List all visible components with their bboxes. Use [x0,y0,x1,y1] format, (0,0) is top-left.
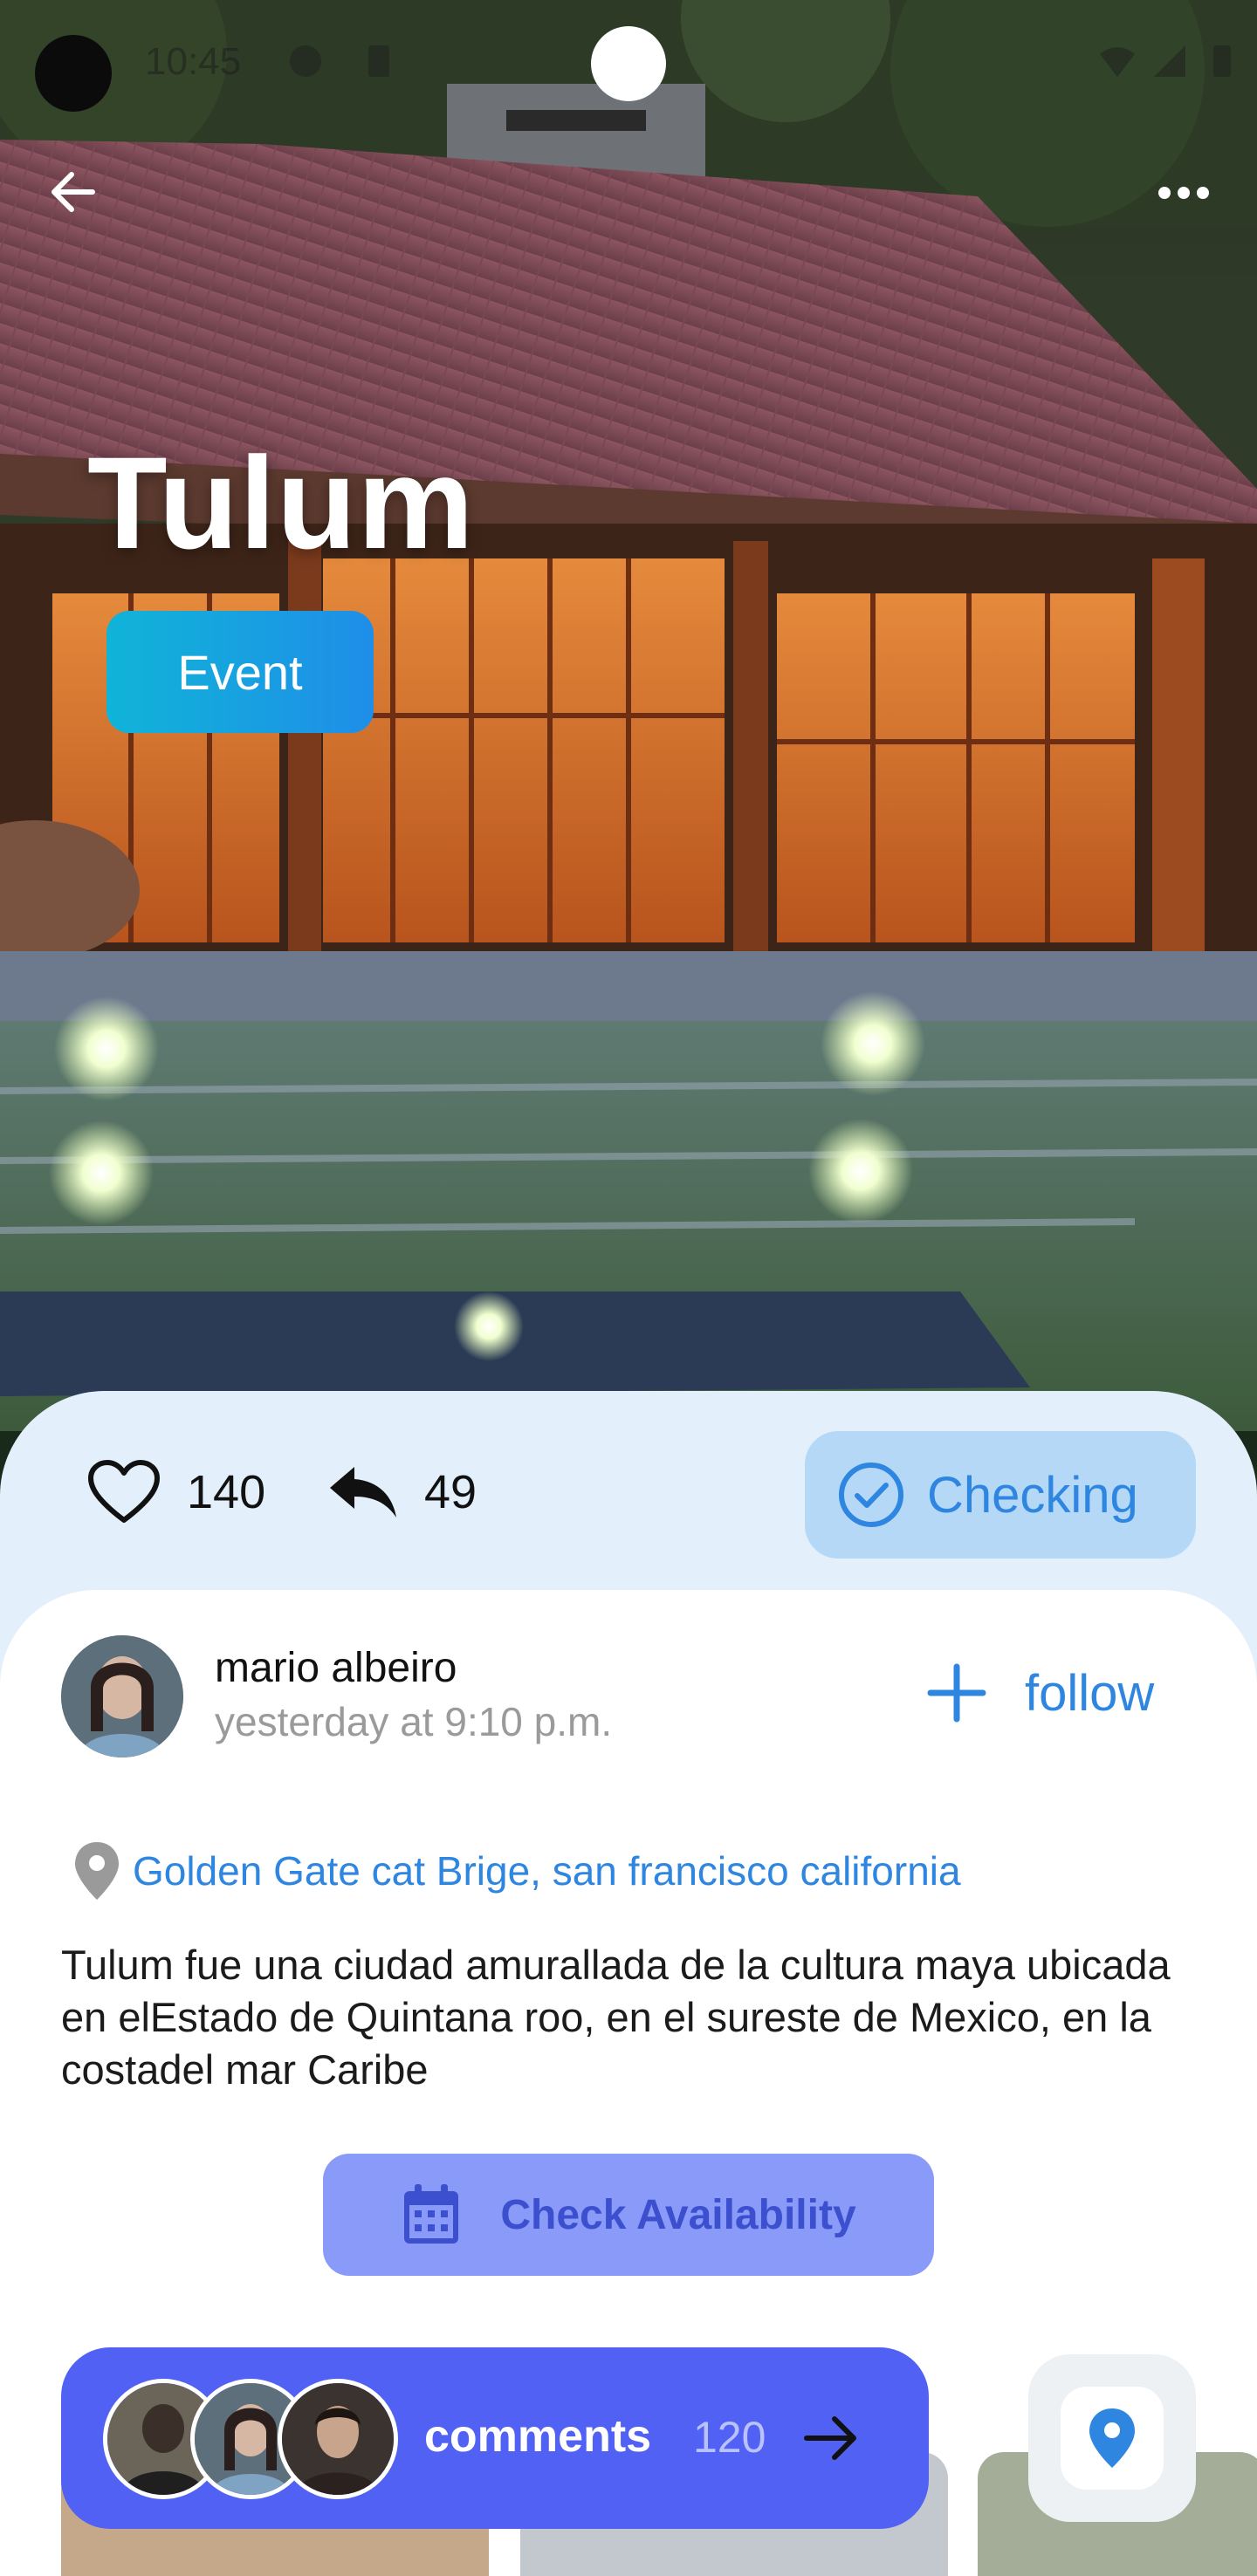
check-circle-icon [839,1463,903,1527]
hero-image: 10:45 Tulum Event [0,0,1257,1431]
place-title: Tulum [87,429,475,576]
event-tag[interactable]: Event [106,611,374,733]
post-description: Tulum fue una ciudad amurallada de la cu… [61,1942,1171,2093]
comments-count: 120 [693,2413,766,2462]
author-name[interactable]: mario albeiro [215,1644,457,1692]
camera-cutout [35,35,112,112]
author-avatar[interactable] [61,1635,183,1757]
share-count: 49 [424,1466,477,1518]
vpn-icon [290,45,321,77]
post-timestamp: yesterday at 9:10 p.m. [215,1699,613,1744]
follow-button[interactable]: follow [924,1658,1154,1728]
front-camera [591,26,666,101]
status-time: 10:45 [145,40,242,83]
location-text: Golden Gate cat Brige, san francisco cal… [133,1848,961,1894]
calendar-icon [404,2184,459,2244]
signal-icon [1154,45,1185,77]
location-link[interactable]: Golden Gate cat Brige, san francisco cal… [73,1836,961,1906]
arrow-left-icon [52,172,95,212]
sim-card-icon [368,45,389,77]
share-button[interactable]: 49 [328,1449,477,1536]
comments-label: comments [424,2411,652,2462]
check-availability-button[interactable]: Check Availability [323,2154,934,2276]
author-photo [61,1635,183,1757]
like-button[interactable]: 140 [87,1449,265,1536]
wifi-icon [1100,47,1135,77]
follow-label: follow [1025,1664,1155,1722]
back-button[interactable] [38,157,108,227]
checking-label: Checking [927,1466,1138,1524]
plus-icon [927,1663,986,1723]
like-count: 140 [187,1466,266,1518]
more-horizontal-icon [1158,187,1171,199]
map-button[interactable] [1028,2354,1196,2522]
reply-icon [330,1467,396,1518]
check-availability-label: Check Availability [500,2191,856,2238]
status-bar: 10:45 [0,0,1257,122]
location-pin-icon [1089,2408,1135,2468]
more-options-button[interactable] [1149,162,1219,223]
battery-icon [1213,45,1231,77]
heart-icon [88,1460,160,1523]
arrow-right-icon [804,2416,856,2460]
checking-button[interactable]: Checking [805,1431,1196,1559]
commenter-avatar [278,2379,398,2499]
map-pin-icon [75,1842,119,1900]
